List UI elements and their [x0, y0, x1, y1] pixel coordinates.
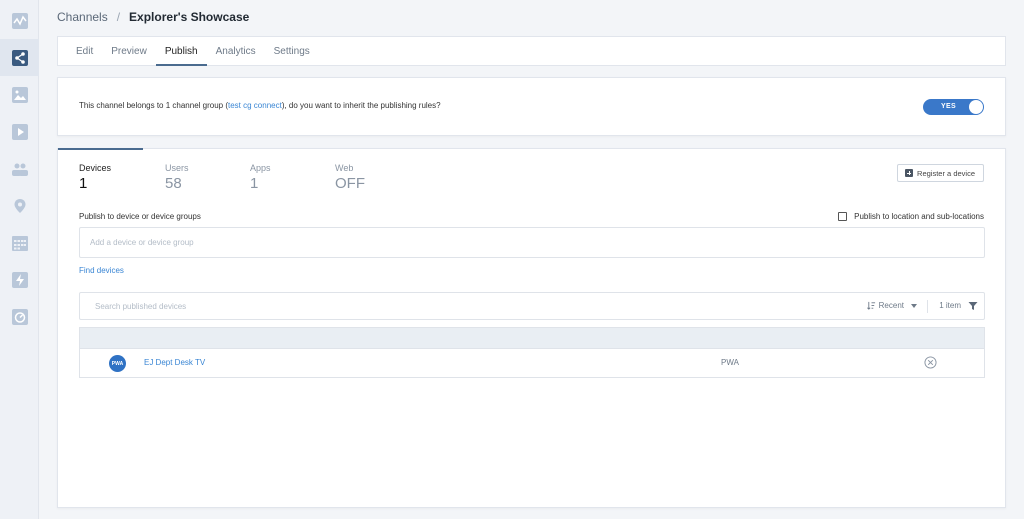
- stat-value: 1: [250, 175, 259, 192]
- sidebar-item-media[interactable]: [0, 76, 39, 113]
- remove-circle-icon[interactable]: [924, 356, 937, 369]
- register-device-button[interactable]: Register a device: [897, 164, 984, 182]
- search-divider: [927, 300, 928, 313]
- sidebar-item-playlists[interactable]: [0, 113, 39, 150]
- tab-edit[interactable]: Edit: [67, 37, 102, 65]
- inherit-text-before: This channel belongs to 1 channel group …: [79, 101, 228, 110]
- table-header: [80, 328, 984, 349]
- stat-value: 1: [79, 175, 88, 192]
- tab-settings[interactable]: Settings: [265, 37, 319, 65]
- users-icon: [11, 163, 28, 176]
- stat-label: Apps: [250, 163, 271, 173]
- published-devices-search-bar: Recent 1 item: [79, 292, 985, 320]
- image-icon: [11, 86, 28, 103]
- device-name-link[interactable]: EJ Dept Desk TV: [144, 358, 205, 367]
- sidebar: [0, 0, 39, 519]
- table-row[interactable]: PWA EJ Dept Desk TV PWA: [80, 349, 984, 377]
- sort-label: Recent: [878, 301, 904, 310]
- channel-tabs: Edit Preview Publish Analytics Settings: [57, 36, 1006, 66]
- breadcrumb: Channels / Explorer's Showcase: [57, 10, 249, 24]
- toggle-knob: [969, 100, 983, 114]
- add-device-input[interactable]: [79, 227, 985, 258]
- activity-icon: [11, 12, 28, 29]
- publish-devices-label: Publish to device or device groups: [79, 212, 201, 221]
- inherit-rules-card: This channel belongs to 1 channel group …: [57, 77, 1006, 136]
- play-icon: [11, 123, 28, 140]
- gauge-icon: [11, 308, 28, 325]
- sidebar-item-users[interactable]: [0, 150, 39, 187]
- stat-users[interactable]: Users 58: [165, 163, 189, 192]
- stat-apps[interactable]: Apps 1: [250, 163, 271, 192]
- plus-square-icon: [905, 169, 914, 177]
- publish-card: Devices 1 Users 58 Apps 1 Web OFF Regist…: [57, 148, 1006, 508]
- breadcrumb-channels[interactable]: Channels: [57, 10, 108, 24]
- stat-label: Devices: [79, 163, 112, 173]
- sort-dropdown[interactable]: Recent: [866, 301, 917, 310]
- sidebar-item-activity[interactable]: [0, 2, 39, 39]
- register-device-label: Register a device: [917, 168, 975, 178]
- lightning-icon: [11, 271, 28, 288]
- sidebar-item-schedule[interactable]: [0, 224, 39, 261]
- device-type: PWA: [721, 358, 739, 367]
- inherit-text-after: ), do you want to inherit the publishing…: [281, 101, 441, 110]
- stat-label: Web: [335, 163, 354, 173]
- sidebar-item-reports[interactable]: [0, 298, 39, 335]
- calendar-icon: [11, 235, 28, 251]
- breadcrumb-separator: /: [116, 10, 121, 24]
- share-icon: [11, 49, 28, 66]
- find-devices-link[interactable]: Find devices: [79, 266, 124, 275]
- active-stat-indicator: [58, 148, 143, 150]
- toggle-label: YES: [941, 103, 956, 110]
- inherit-rules-text: This channel belongs to 1 channel group …: [79, 101, 441, 110]
- tab-analytics[interactable]: Analytics: [207, 37, 265, 65]
- inherit-rules-toggle[interactable]: YES: [923, 99, 984, 115]
- checkbox-box[interactable]: [838, 212, 848, 221]
- stat-value: OFF: [335, 175, 365, 192]
- published-devices-table: PWA EJ Dept Desk TV PWA: [79, 327, 985, 378]
- stat-devices[interactable]: Devices 1: [79, 163, 111, 192]
- stat-value: 58: [165, 175, 182, 192]
- publish-location-label: Publish to location and sub-locations: [854, 212, 984, 221]
- tab-preview[interactable]: Preview: [102, 37, 156, 65]
- device-type-badge: PWA: [109, 355, 126, 372]
- page-title: Explorer's Showcase: [129, 10, 250, 24]
- stat-label: Users: [165, 163, 189, 173]
- sort-icon: [866, 301, 875, 310]
- search-published-devices-input[interactable]: [81, 294, 781, 318]
- stat-web[interactable]: Web OFF: [335, 163, 365, 192]
- publish-location-checkbox[interactable]: Publish to location and sub-locations: [838, 212, 984, 221]
- sidebar-item-channels[interactable]: [0, 39, 39, 76]
- filter-icon[interactable]: [968, 301, 978, 311]
- channel-group-link[interactable]: test cg connect: [228, 101, 282, 110]
- item-count: 1 item: [939, 301, 961, 310]
- chevron-down-icon: [911, 303, 917, 308]
- location-pin-icon: [14, 198, 25, 213]
- tab-publish[interactable]: Publish: [155, 37, 207, 66]
- sidebar-item-locations[interactable]: [0, 187, 39, 224]
- sidebar-item-apps[interactable]: [0, 261, 39, 298]
